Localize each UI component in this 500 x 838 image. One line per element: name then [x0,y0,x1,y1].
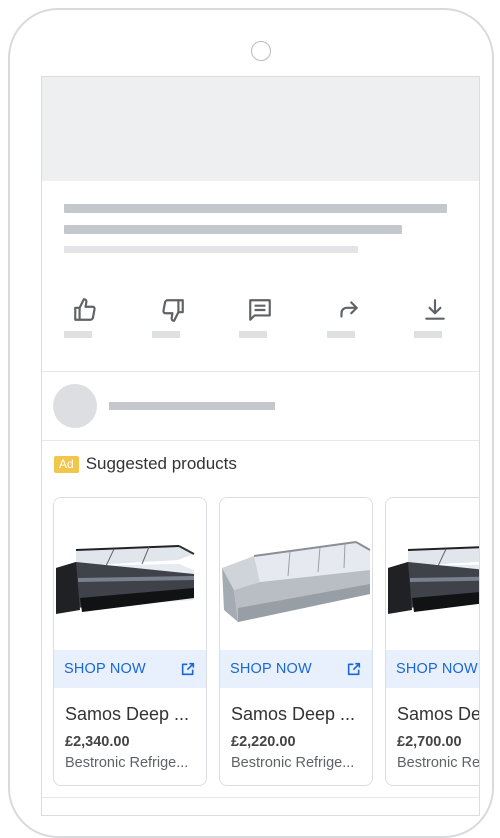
thumbs-up-icon [74,298,96,321]
product-name: Samos Deep ... [65,704,190,724]
product-seller: Bestronic Refrige... [65,755,189,771]
comment-button[interactable] [239,293,279,343]
share-button[interactable] [327,293,367,343]
product-image[interactable] [220,498,372,650]
title-skeleton-line [64,204,447,213]
suggested-products-title: Suggested products [85,454,237,473]
open-in-new-icon [181,662,195,676]
product-price: £2,340.00 [65,734,130,750]
shop-now-button[interactable]: SHOP NOW [386,650,479,688]
download-label-skeleton [414,331,442,338]
thumbs-down-icon [162,299,184,322]
phone-frame: Ad Suggested products SHOP NOW Samos Dee… [8,8,494,838]
comment-icon [249,299,271,321]
product-seller: Bestronic Refrige... [231,755,355,771]
channel-name-skeleton [109,402,275,410]
product-name: Samos De [397,704,480,724]
product-seller: Bestronic Re [397,755,480,771]
share-icon [340,301,358,318]
title-skeleton-line [64,225,402,234]
like-button[interactable] [64,293,104,343]
product-image[interactable] [386,498,479,650]
product-carousel[interactable]: SHOP NOW Samos Deep ... £2,340.00 Bestro… [53,497,480,787]
open-in-new-icon [347,662,361,676]
shop-now-label: SHOP NOW [230,661,312,677]
shop-now-label: SHOP NOW [64,661,146,677]
divider [42,371,479,372]
product-name: Samos Deep ... [231,704,356,724]
download-icon [425,299,445,320]
product-card[interactable]: SHOP NOW Samos De £2,700.00 Bestronic Re [385,497,480,786]
camera-icon [251,41,271,61]
dislike-label-skeleton [152,331,180,338]
action-bar [42,293,479,343]
meta-skeleton-line [64,246,358,253]
download-button[interactable] [414,293,454,343]
ad-badge: Ad [54,455,79,473]
channel-avatar[interactable] [53,384,97,428]
shop-now-label: SHOP NOW [396,661,478,677]
like-count-skeleton [64,331,92,338]
product-card[interactable]: SHOP NOW Samos Deep ... £2,220.00 Bestro… [219,497,373,786]
product-image[interactable] [54,498,206,650]
ad-header: Ad Suggested products [54,453,237,475]
shop-now-button[interactable]: SHOP NOW [220,650,372,688]
comment-label-skeleton [239,331,267,338]
divider [42,440,479,441]
product-price: £2,700.00 [397,734,462,750]
dislike-button[interactable] [152,293,192,343]
product-price: £2,220.00 [231,734,296,750]
screen: Ad Suggested products SHOP NOW Samos Dee… [41,76,480,816]
product-card[interactable]: SHOP NOW Samos Deep ... £2,340.00 Bestro… [53,497,207,786]
share-label-skeleton [327,331,355,338]
shop-now-button[interactable]: SHOP NOW [54,650,206,688]
divider [42,797,479,798]
video-placeholder[interactable] [42,77,479,181]
